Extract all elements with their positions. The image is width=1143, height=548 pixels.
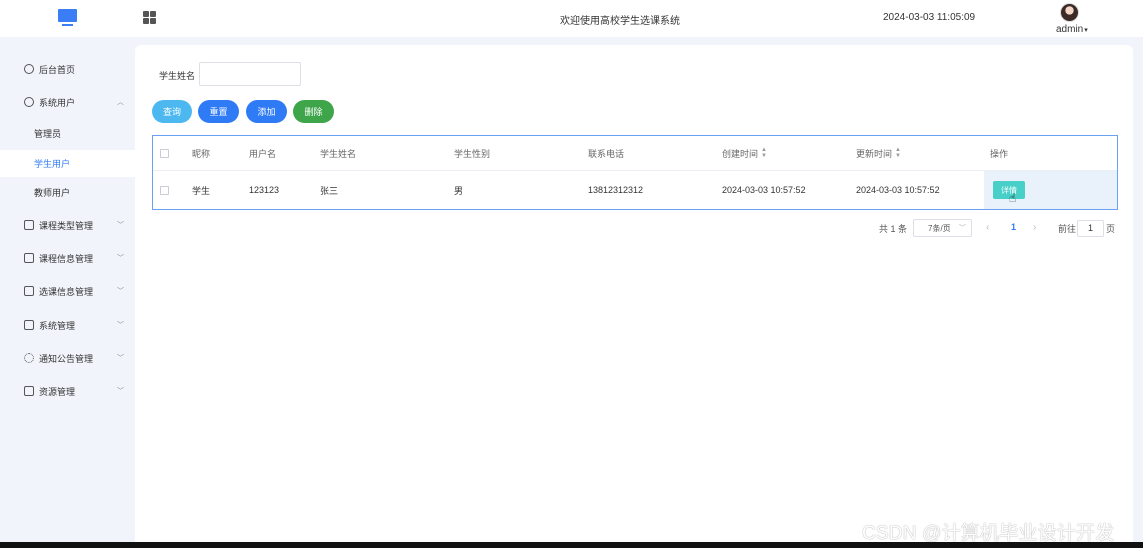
student-name-input[interactable] (199, 62, 301, 86)
column-header-gender: 学生性别 (454, 148, 491, 159)
page-size-value: 7条/页 (928, 223, 951, 233)
sidebar: 后台首页 系统用户 ︿ 管理员 学生用户 教师用户 课程类型管理 ﹀ 课程信息管… (0, 37, 135, 542)
cell-updated: 2024-03-03 10:57:52 (856, 185, 940, 195)
chevron-down-icon: ﹀ (117, 355, 124, 362)
sidebar-item-label: 资源管理 (39, 386, 76, 397)
pointer-cursor-icon: ☝ (1009, 191, 1017, 205)
card-icon (24, 286, 34, 296)
page-number[interactable]: 1 (1011, 222, 1016, 232)
goto-prefix: 前往 (1058, 223, 1077, 234)
folder-icon (24, 320, 34, 330)
column-header-created[interactable]: 创建时间 ▲ ▼ (722, 136, 767, 170)
card-icon (24, 220, 34, 230)
sidebar-item-label: 通知公告管理 (39, 353, 94, 364)
sidebar-item-label: 系统用户 (39, 97, 76, 108)
chevron-down-icon: ﹀ (117, 388, 124, 395)
bottom-bar (0, 542, 1143, 548)
avatar[interactable] (1060, 3, 1079, 22)
column-header-updated[interactable]: 更新时间 ▲ ▼ (856, 136, 901, 170)
column-header-actions: 操作 (990, 148, 1009, 159)
prev-page-icon[interactable]: ‹ (986, 222, 989, 233)
chevron-down-icon: ﹀ (117, 222, 124, 229)
cell-actions: 详情 ☝ (984, 171, 1117, 209)
sidebar-item-course-info[interactable]: 课程信息管理 ﹀ (0, 244, 135, 272)
sidebar-item-system-users[interactable]: 系统用户 ︿ (0, 88, 135, 116)
main-panel: 学生姓名 查询 重置 添加 删除 昵称 用户名 学生姓名 学生性别 联系电话 创… (135, 45, 1133, 542)
select-all-checkbox[interactable] (160, 136, 169, 170)
cell-phone: 13812312312 (588, 185, 644, 195)
system-title: 欢迎使用高校学生选课系统 (560, 16, 680, 27)
next-page-icon[interactable]: › (1033, 222, 1036, 233)
card-icon (24, 253, 34, 263)
goto-page-input[interactable]: 1 (1077, 220, 1104, 237)
chevron-down-icon: ﹀ (117, 322, 124, 329)
sidebar-item-teacher-users[interactable]: 教师用户 (0, 179, 135, 206)
grid-icon[interactable] (143, 11, 156, 24)
sidebar-item-label: 系统管理 (39, 320, 76, 331)
username: admin (1056, 24, 1084, 35)
chevron-down-icon: ▾ (1084, 27, 1088, 34)
sort-icon[interactable]: ▲ ▼ (895, 147, 901, 159)
table-row: 学生 123123 张三 男 13812312312 2024-03-03 10… (153, 171, 1117, 209)
chevron-down-icon: ﹀ (959, 225, 966, 232)
table-header: 昵称 用户名 学生姓名 学生性别 联系电话 创建时间 ▲ ▼ 更新时间 ▲ ▼ 操作 (153, 136, 1117, 171)
total-count: 共 1 条 (879, 223, 908, 234)
cell-username: 123123 (249, 185, 280, 195)
monitor-icon[interactable] (58, 9, 77, 26)
box-icon (24, 386, 34, 396)
cell-student-name: 张三 (320, 185, 339, 196)
sidebar-item-label: 课程信息管理 (39, 253, 94, 264)
sidebar-item-admins[interactable]: 管理员 (0, 120, 135, 147)
sidebar-item-label: 后台首页 (39, 64, 76, 75)
column-header-created-label: 创建时间 (722, 148, 759, 159)
sort-icon[interactable]: ▲ ▼ (761, 147, 767, 159)
sidebar-item-label: 选课信息管理 (39, 286, 94, 297)
datetime: 2024-03-03 11:05:09 (883, 12, 976, 23)
row-checkbox[interactable] (160, 171, 169, 209)
sidebar-item-enrollment-info[interactable]: 选课信息管理 ﹀ (0, 277, 135, 305)
sidebar-item-resources[interactable]: 资源管理 ﹀ (0, 377, 135, 405)
reset-button[interactable]: 重置 (198, 100, 239, 123)
sidebar-item-announcements[interactable]: 通知公告管理 ﹀ (0, 344, 135, 372)
loading-icon (24, 353, 34, 363)
sidebar-item-dashboard[interactable]: 后台首页 (0, 55, 135, 83)
top-bar: 欢迎使用高校学生选课系统 2024-03-03 11:05:09 admin▾ (0, 0, 1143, 37)
sidebar-item-system-management[interactable]: 系统管理 ﹀ (0, 311, 135, 339)
sidebar-item-label: 课程类型管理 (39, 220, 94, 231)
goto-suffix: 页 (1106, 223, 1116, 234)
column-header-nickname: 昵称 (192, 148, 211, 159)
delete-button[interactable]: 删除 (293, 100, 334, 123)
clock-icon (24, 64, 34, 74)
add-button[interactable]: 添加 (246, 100, 287, 123)
user-icon (24, 97, 34, 107)
chevron-down-icon: ﹀ (117, 255, 124, 262)
cell-gender: 男 (454, 185, 464, 196)
sidebar-item-student-users[interactable]: 学生用户 (0, 150, 135, 177)
watermark: CSDN @计算机毕业设计开发 (862, 523, 1115, 544)
search-label: 学生姓名 (159, 71, 196, 81)
page-size-select[interactable]: 7条/页 ﹀ (913, 219, 972, 237)
chevron-up-icon: ︿ (117, 99, 124, 106)
user-menu[interactable]: admin▾ (1056, 24, 1088, 35)
cell-nickname: 学生 (192, 185, 211, 196)
student-table: 昵称 用户名 学生姓名 学生性别 联系电话 创建时间 ▲ ▼ 更新时间 ▲ ▼ 操作 学… (152, 135, 1118, 210)
column-header-phone: 联系电话 (588, 148, 625, 159)
sidebar-item-course-types[interactable]: 课程类型管理 ﹀ (0, 211, 135, 239)
chevron-down-icon: ﹀ (117, 288, 124, 295)
column-header-student-name: 学生姓名 (320, 148, 357, 159)
column-header-updated-label: 更新时间 (856, 148, 893, 159)
column-header-username: 用户名 (249, 148, 277, 159)
query-button[interactable]: 查询 (152, 100, 192, 123)
cell-created: 2024-03-03 10:57:52 (722, 185, 806, 195)
